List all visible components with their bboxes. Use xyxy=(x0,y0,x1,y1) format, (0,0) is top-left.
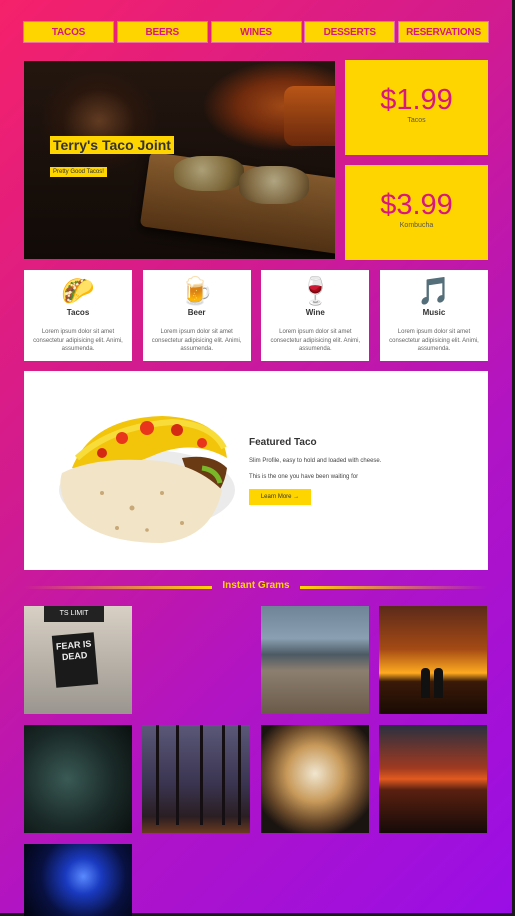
nav-wines[interactable]: WINES xyxy=(211,22,301,42)
nav-reservations[interactable]: RESERVATIONS xyxy=(399,22,488,42)
nav-tacos[interactable]: TACOS xyxy=(24,22,113,42)
feature-card-beer: 🍺 Beer Lorem ipsum dolor sit amet consec… xyxy=(142,270,251,361)
tree xyxy=(176,725,179,825)
instagram-photo[interactable] xyxy=(142,725,250,833)
price-value: $1.99 xyxy=(380,84,453,116)
nav-beers[interactable]: BEERS xyxy=(117,22,207,42)
price-value: $3.99 xyxy=(380,189,453,221)
learn-more-button[interactable]: Learn More → xyxy=(249,489,311,505)
instagram-title: Instant Grams xyxy=(222,580,290,591)
price-label: Kombucha xyxy=(399,222,434,229)
taco-image xyxy=(59,416,235,543)
hero-title: Terry's Taco Joint xyxy=(50,136,174,154)
feature-title: Beer xyxy=(187,308,206,317)
silhouette xyxy=(434,668,443,698)
instagram-photo[interactable] xyxy=(379,725,487,833)
instagram-photo[interactable] xyxy=(379,606,487,714)
feature-text: Lorem ipsum dolor sit amet consectetur a… xyxy=(389,329,479,352)
feature-title: Tacos xyxy=(66,308,90,317)
photo-sign-text: FEAR IS DEAD xyxy=(51,632,99,688)
wine-icon: 🍷 xyxy=(298,276,333,306)
hero-banner: Terry's Taco Joint Pretty Good Tacos! xyxy=(24,61,335,259)
instagram-photo[interactable] xyxy=(24,725,132,833)
featured-title: Featured Taco xyxy=(249,437,317,448)
feature-title: Wine xyxy=(305,308,325,317)
feature-text: Lorem ipsum dolor sit amet consectetur a… xyxy=(270,329,361,352)
instagram-photo[interactable] xyxy=(24,844,132,916)
main-nav: TACOS BEERS WINES DESSERTS RESERVATIONS xyxy=(24,22,488,42)
tree xyxy=(222,725,225,825)
tree xyxy=(200,725,203,825)
instagram-header: Instant Grams xyxy=(24,580,488,594)
feature-card-wine: 🍷 Wine Lorem ipsum dolor sit amet consec… xyxy=(261,270,370,361)
feature-card-tacos: 🌮 Tacos Lorem ipsum dolor sit amet conse… xyxy=(24,270,132,361)
hero-overlay xyxy=(24,61,335,259)
price-card-tacos: $1.99 Tacos xyxy=(345,60,488,155)
taco-icon: 🌮 xyxy=(61,276,95,306)
featured-taco-section: Featured Taco Slim Profile, easy to hold… xyxy=(24,371,488,570)
price-label: Tacos xyxy=(407,117,426,124)
silhouette xyxy=(421,668,430,698)
featured-description: Slim Profile, easy to hold and loaded wi… xyxy=(249,458,382,464)
features-row: 🌮 Tacos Lorem ipsum dolor sit amet conse… xyxy=(24,270,488,361)
photo-sign-top-text: TS LIMIT xyxy=(44,606,104,622)
hero-subtitle: Pretty Good Tacos! xyxy=(50,167,107,177)
instagram-photo[interactable] xyxy=(261,606,369,714)
feature-text: Lorem ipsum dolor sit amet consectetur a… xyxy=(33,329,123,352)
feature-title: Music xyxy=(422,308,446,317)
beer-icon: 🍺 xyxy=(179,276,214,306)
instagram-photo[interactable]: TS LIMIT FEAR IS DEAD xyxy=(24,606,132,714)
tree xyxy=(238,725,241,825)
instagram-photo[interactable] xyxy=(261,725,369,833)
feature-text: Lorem ipsum dolor sit amet consectetur a… xyxy=(151,329,242,352)
tree xyxy=(156,725,159,825)
music-icon: 🎵 xyxy=(417,276,451,306)
featured-tagline: This is the one you have been waiting fo… xyxy=(249,474,359,480)
price-card-kombucha: $3.99 Kombucha xyxy=(345,165,488,260)
feature-card-music: 🎵 Music Lorem ipsum dolor sit amet conse… xyxy=(379,270,488,361)
nav-desserts[interactable]: DESSERTS xyxy=(305,22,395,42)
